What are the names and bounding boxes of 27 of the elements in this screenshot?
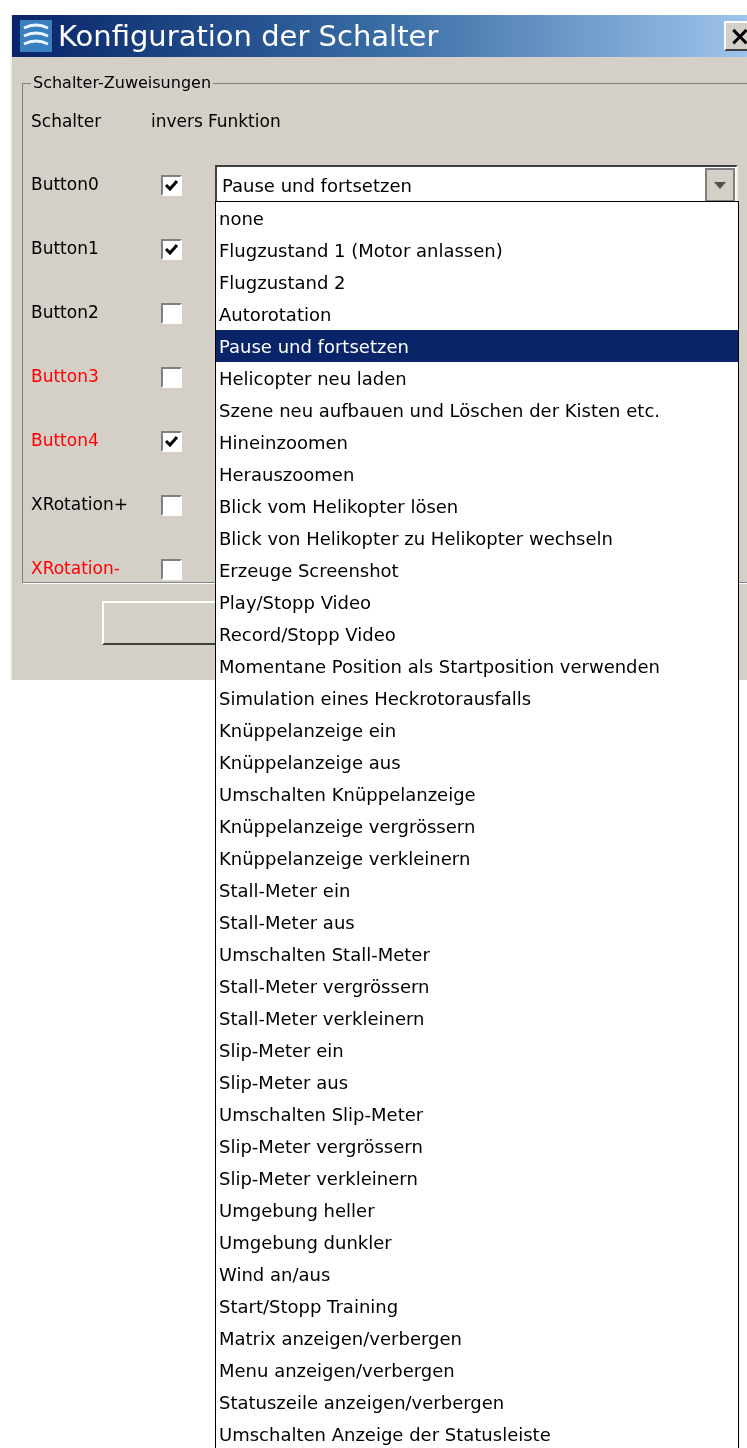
- window-title: Konfiguration der Schalter: [58, 21, 439, 51]
- dropdown-option[interactable]: Pause und fortsetzen: [216, 330, 738, 362]
- invert-checkbox[interactable]: [161, 174, 182, 196]
- checkmark-icon: [165, 243, 178, 255]
- checkmark-icon: [165, 179, 178, 191]
- switch-label: Button1: [31, 237, 100, 261]
- caret-icon: [714, 181, 726, 189]
- invert-checkbox[interactable]: [161, 302, 182, 324]
- column-header: invers: [151, 110, 203, 134]
- app-logo-icon: [20, 20, 52, 52]
- invert-checkbox[interactable]: [161, 366, 182, 388]
- switch-label: Button2: [31, 301, 100, 325]
- switch-label: XRotation-: [31, 557, 121, 581]
- invert-checkbox[interactable]: [161, 558, 182, 580]
- switch-label: XRotation+: [31, 493, 129, 517]
- invert-checkbox[interactable]: [161, 494, 182, 516]
- column-header: Schalter: [31, 110, 103, 134]
- switch-label: Button4: [31, 429, 100, 453]
- invert-checkbox[interactable]: [161, 238, 182, 260]
- switch-label: Button0: [31, 173, 100, 197]
- close-button[interactable]: ×: [724, 21, 747, 51]
- invert-checkbox[interactable]: [161, 430, 182, 452]
- dropdown-arrow-button[interactable]: [705, 168, 735, 202]
- column-header: Funktion: [207, 110, 281, 134]
- group-title: Schalter-Zuweisungen: [31, 73, 214, 93]
- switch-label: Button3: [31, 365, 100, 389]
- checkmark-icon: [165, 435, 178, 447]
